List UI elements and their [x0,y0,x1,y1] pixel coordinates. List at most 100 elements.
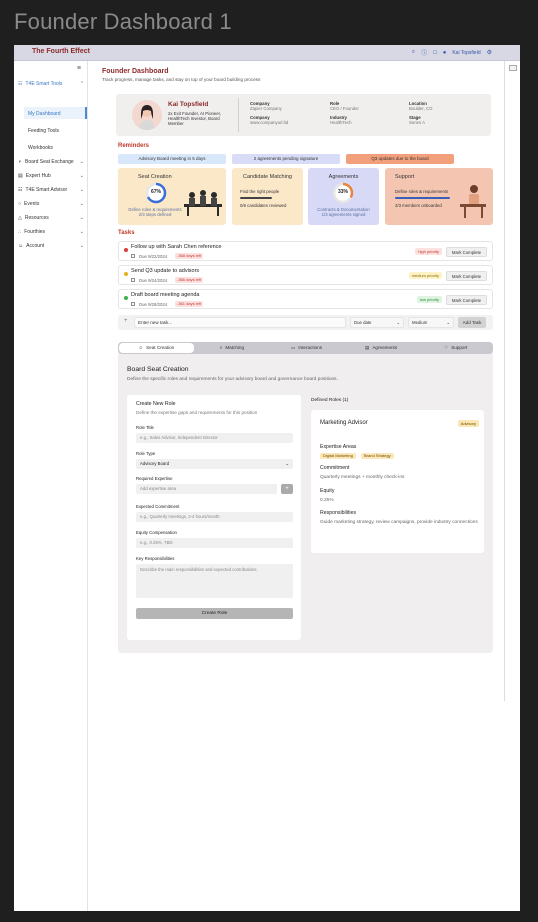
menu-icon[interactable]: ≡ [77,65,81,72]
user-name[interactable]: Kai Topsfield [452,50,480,56]
sidebar-item-account[interactable]: ☺ Account ⌄ [18,243,84,249]
priority-dot [124,248,128,252]
tab-agreements[interactable]: ▤ Agreements [344,342,419,354]
role-card[interactable]: Marketing Advisor Advisory Expertise Are… [311,410,484,553]
seat-creation-card[interactable]: Seat Creation 67% Define roles & require… [118,168,226,225]
search-icon: ⌕ [219,345,223,350]
add-task-button[interactable]: Add Task [458,317,486,328]
reminder-item[interactable]: Advisory Board meeting in 5 days [118,154,226,164]
sidebar-item-feeding-tools[interactable]: Feeding Tools [28,128,59,134]
chat-icon: ▭ [290,345,296,350]
new-task-input[interactable]: Enter new task... [134,317,346,328]
sidebar-item-resources[interactable]: △ Resources ⌄ [18,215,84,221]
sidebar-item-fourthies[interactable]: ∴ Fourthies ⌄ [18,229,84,235]
panel-toggle-icon[interactable] [509,65,517,71]
sidebar: ≡ ☷ T4E Smart Tools ⌃ My Dashboard Feeding… [14,61,88,911]
section-subtitle: Define the specific roles and requiremen… [127,377,338,382]
priority-select[interactable]: Medium ⌄ [408,317,454,328]
sidebar-item-t4e-smart-tools[interactable]: ☷ T4E Smart Tools ⌃ [18,81,84,87]
mark-complete-button[interactable]: Mark Complete [446,295,487,305]
role-title: Marketing Advisor [320,420,368,426]
add-expertise-button[interactable]: + [281,484,293,494]
gear-icon[interactable]: ⚙ [487,49,492,56]
sidebar-item-my-dashboard[interactable]: My Dashboard [28,111,61,117]
defined-roles-title: Defined Roles (1) [311,398,349,403]
calendar-icon [131,278,135,282]
form-heading: Create New Role [136,401,176,407]
help-icon[interactable]: ⓘ [421,48,427,57]
card-title: Seat Creation [138,174,172,180]
role-title-label: Role Title [136,425,154,430]
equity-value: 0.25% [320,498,334,503]
sidebar-item-board-seat-exchange[interactable]: ⎖ Board Seat Exchange ⌄ [18,159,84,165]
commitment-input[interactable]: e.g., Quarterly meetings, 2-4 hours/mont… [136,512,293,522]
progress-percent: 67% [150,189,161,195]
profile-field-value[interactable]: www.companyurl.ltd [250,120,288,125]
responsibilities-textarea[interactable]: Describe the main responsibilities and e… [136,564,293,598]
calendar-icon [131,302,135,306]
form-subheading: Define the expertise gaps and requiremen… [136,410,258,415]
mark-complete-button[interactable]: Mark Complete [446,247,487,257]
task-row: Follow up with Sarah Chen reference Due … [118,241,493,261]
overdue-badge: -361 days left [175,301,204,307]
priority-dot [124,296,128,300]
new-task-bar: + Enter new task... Due date ⌄ Medium ⌄ Ad… [118,315,493,330]
task-due: Due 9/28/2024 [139,302,168,307]
expertise-heading: Expertise Areas [320,444,357,450]
card-title: Candidate Matching [243,174,292,180]
role-title-input[interactable]: e.g., Sales Advisor, Independent Directo… [136,433,293,443]
mark-complete-button[interactable]: Mark Complete [446,271,487,281]
overdue-badge: -366 days left [175,277,204,283]
sidebar-item-expert-hub[interactable]: ▤ Expert Hub ⌄ [18,173,84,179]
tab-interactions[interactable]: ▭ Interactions [269,342,344,354]
equity-input[interactable]: e.g., 0.25%, TBD [136,538,293,548]
tab-matching[interactable]: ⌕ Matching [195,342,270,354]
bell-icon[interactable]: □ [433,50,437,56]
commitment-value: Quarterly meetings + monthly check-ins [320,475,405,480]
sidebar-item-events[interactable]: ○ Events ⌄ [18,201,84,207]
task-row: Send Q3 update to advisors Due 9/24/2024… [118,265,493,285]
sidebar-item-workbooks[interactable]: Workbooks [28,145,53,151]
chevron-down-icon: ⌄ [285,461,289,466]
avatar-icon[interactable]: ● [443,50,447,56]
create-role-button[interactable]: Create Role [136,608,293,619]
seat-icon: ⎖ [18,159,23,165]
candidate-matching-card[interactable]: Candidate Matching Find the right people… [232,168,303,225]
right-panel [504,61,520,701]
expertise-input[interactable]: Add expertise area [136,484,277,494]
priority-badge: high priority [415,248,442,255]
card-description: Contracts & Documentation 1/3 agreements… [317,207,370,217]
expertise-chip: Digital Marketing [320,453,356,459]
role-type-select[interactable]: Advisory Board ⌄ [136,459,293,469]
responsibilities-value: Guide marketing strategy, review campaig… [320,520,478,525]
task-due: Due 9/22/2024 [139,254,168,259]
reminder-item[interactable]: 2 agreements pending signature [232,154,340,164]
workflow-panel: ☺ Seat Creation ⌕ Matching ▭ Interactions ▤… [118,342,493,653]
tab-seat-creation[interactable]: ☺ Seat Creation [119,343,194,353]
tools-icon: ☷ [18,81,23,87]
brand-logo[interactable]: The Fourth Effect [32,48,90,55]
reminders-title: Reminders [118,143,150,149]
support-card[interactable]: Support Define roles & requirements 2/3 … [385,168,493,225]
chevron-down-icon: ⌄ [79,243,84,249]
due-date-select[interactable]: Due date ⌄ [350,317,404,328]
profile-field-value: CEO / Founder [330,106,359,111]
card-line: 0/6 candidates reviewed [240,203,287,208]
profile-divider [238,98,239,132]
profile-field-value: Boulder, CO [409,106,433,111]
tab-support[interactable]: ♡ Support [418,342,493,354]
users-icon: ☺ [138,345,144,350]
profile-card: Kai Topsfield 2x Exit Founder, AI Pionee… [116,94,491,136]
equity-heading: Equity [320,488,335,494]
overdue-badge: -368 days left [175,253,204,259]
profile-field-value: Zapier Company [250,106,282,111]
search-icon[interactable]: ⌕ [412,49,415,56]
chevron-down-icon: ⌄ [79,173,84,179]
task-title: Follow up with Sarah Chen reference [131,244,222,250]
card-line: Find the right people [240,189,280,194]
reminder-item[interactable]: Q3 updates due to the board [346,154,454,164]
commitment-heading: Commitment [320,465,350,471]
sidebar-item-smart-advisor[interactable]: ☷ T4E Smart Advisor ⌄ [18,187,84,193]
card-title: Agreements [328,174,359,180]
agreements-card[interactable]: Agreements 33% Contracts & Documentation… [308,168,379,225]
